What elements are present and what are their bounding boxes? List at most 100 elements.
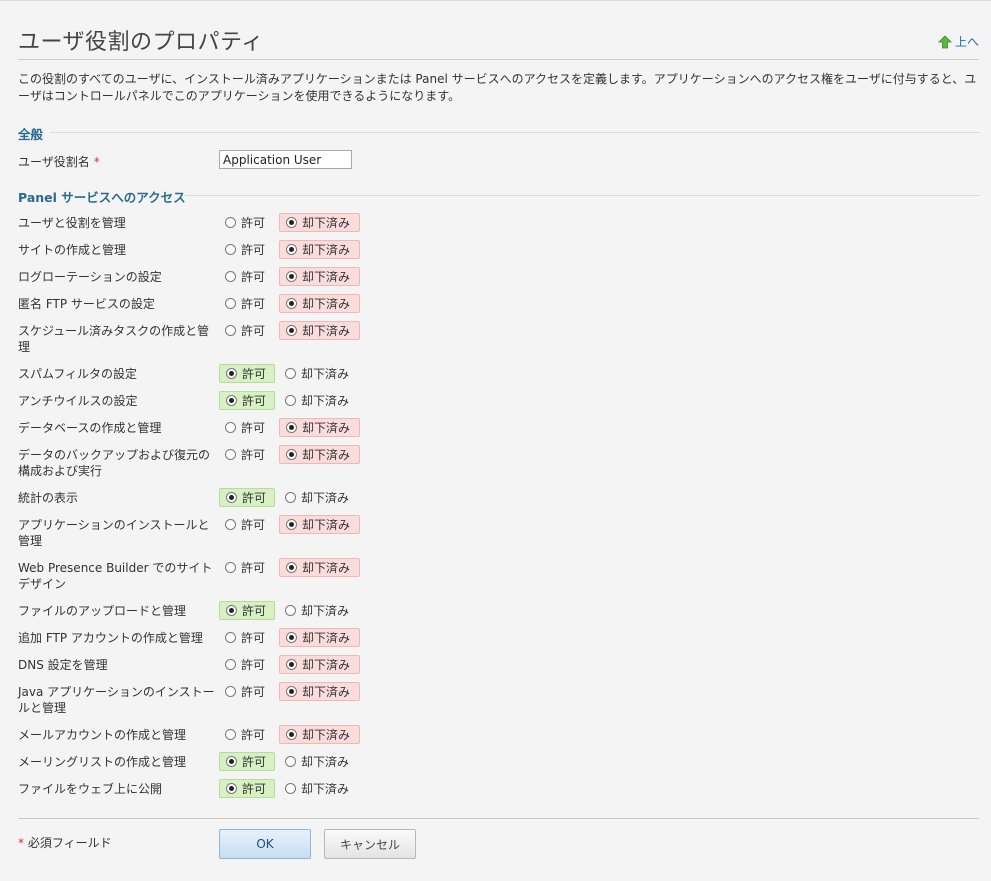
allow-radio-button[interactable] — [225, 562, 236, 573]
deny-radio-option[interactable]: 却下済み — [279, 240, 360, 259]
role-name-label: ユーザ役割名 * — [18, 153, 100, 170]
allow-radio-option[interactable]: 許可 — [219, 682, 275, 701]
allow-radio-option[interactable]: 許可 — [219, 267, 275, 286]
allow-radio-button[interactable] — [226, 492, 237, 503]
deny-radio-label: 却下済み — [301, 367, 350, 381]
deny-radio-button[interactable] — [286, 519, 297, 530]
allow-radio-button[interactable] — [225, 271, 236, 282]
deny-radio-option[interactable]: 却下済み — [279, 364, 360, 383]
allow-radio-button[interactable] — [226, 395, 237, 406]
allow-radio-button[interactable] — [225, 686, 236, 697]
deny-radio-button[interactable] — [285, 756, 296, 767]
allow-radio-button[interactable] — [225, 298, 236, 309]
allow-radio-button[interactable] — [225, 449, 236, 460]
allow-radio-option[interactable]: 許可 — [219, 752, 275, 771]
allow-radio-button[interactable] — [225, 519, 236, 530]
allow-radio-button[interactable] — [226, 756, 237, 767]
deny-radio-option[interactable]: 却下済み — [279, 725, 360, 744]
allow-radio-option[interactable]: 許可 — [219, 628, 275, 647]
permission-label: DNS 設定を管理 — [18, 658, 108, 672]
allow-radio-option[interactable]: 許可 — [219, 240, 275, 259]
permission-label: ファイルをウェブ上に公開 — [18, 782, 163, 796]
allow-radio-option[interactable]: 許可 — [219, 601, 275, 620]
allow-radio-option[interactable]: 許可 — [219, 294, 275, 313]
deny-radio-option[interactable]: 却下済み — [279, 628, 360, 647]
deny-radio-button[interactable] — [286, 729, 297, 740]
deny-radio-option[interactable]: 却下済み — [279, 488, 360, 507]
allow-radio-label: 許可 — [241, 243, 266, 257]
allow-radio-label: 許可 — [241, 631, 266, 645]
deny-radio-label: 却下済み — [302, 216, 351, 230]
deny-radio-button[interactable] — [285, 368, 296, 379]
deny-radio-button[interactable] — [286, 686, 297, 697]
required-field-note: * 必須フィールド — [18, 834, 112, 851]
role-name-input[interactable] — [219, 150, 352, 169]
up-level-link[interactable]: 上へ — [938, 33, 979, 50]
allow-radio-option[interactable]: 許可 — [219, 213, 275, 232]
deny-radio-button[interactable] — [285, 605, 296, 616]
deny-radio-option[interactable]: 却下済み — [279, 655, 360, 674]
section-heading-services: Panel サービスへのアクセス — [18, 190, 186, 205]
allow-radio-button[interactable] — [225, 632, 236, 643]
cancel-button[interactable]: キャンセル — [324, 829, 416, 859]
deny-radio-button[interactable] — [286, 562, 297, 573]
deny-radio-button[interactable] — [285, 783, 296, 794]
deny-radio-option[interactable]: 却下済み — [279, 213, 360, 232]
deny-radio-label: 却下済み — [301, 782, 350, 796]
allow-radio-button[interactable] — [225, 244, 236, 255]
deny-radio-option[interactable]: 却下済み — [279, 267, 360, 286]
deny-radio-option[interactable]: 却下済み — [279, 445, 360, 464]
deny-radio-label: 却下済み — [302, 561, 351, 575]
allow-radio-button[interactable] — [225, 325, 236, 336]
deny-radio-option[interactable]: 却下済み — [279, 515, 360, 534]
deny-radio-button[interactable] — [285, 492, 296, 503]
allow-radio-option[interactable]: 許可 — [219, 725, 275, 744]
allow-radio-option[interactable]: 許可 — [219, 364, 275, 383]
allow-radio-button[interactable] — [225, 422, 236, 433]
deny-radio-button[interactable] — [286, 271, 297, 282]
deny-radio-button[interactable] — [286, 659, 297, 670]
permission-label: 統計の表示 — [18, 491, 79, 505]
deny-radio-option[interactable]: 却下済み — [279, 752, 360, 771]
allow-radio-button[interactable] — [226, 783, 237, 794]
allow-radio-button[interactable] — [226, 605, 237, 616]
deny-radio-option[interactable]: 却下済み — [279, 779, 360, 798]
deny-radio-option[interactable]: 却下済み — [279, 601, 360, 620]
deny-radio-label: 却下済み — [302, 518, 351, 532]
deny-radio-button[interactable] — [286, 298, 297, 309]
allow-radio-option[interactable]: 許可 — [219, 321, 275, 340]
deny-radio-button[interactable] — [286, 217, 297, 228]
allow-radio-button[interactable] — [225, 659, 236, 670]
allow-radio-option[interactable]: 許可 — [219, 558, 275, 577]
allow-radio-button[interactable] — [225, 729, 236, 740]
allow-radio-label: 許可 — [241, 324, 266, 338]
allow-radio-button[interactable] — [225, 217, 236, 228]
deny-radio-button[interactable] — [286, 325, 297, 336]
deny-radio-label: 却下済み — [302, 243, 351, 257]
deny-radio-option[interactable]: 却下済み — [279, 321, 360, 340]
deny-radio-button[interactable] — [286, 422, 297, 433]
deny-radio-option[interactable]: 却下済み — [279, 418, 360, 437]
allow-radio-option[interactable]: 許可 — [219, 391, 275, 410]
required-asterisk: * — [93, 155, 100, 169]
allow-radio-label: 許可 — [242, 604, 267, 618]
deny-radio-option[interactable]: 却下済み — [279, 682, 360, 701]
allow-radio-button[interactable] — [226, 368, 237, 379]
permission-label: アンチウイルスの設定 — [18, 394, 138, 408]
deny-radio-button[interactable] — [286, 449, 297, 460]
deny-radio-button[interactable] — [285, 395, 296, 406]
deny-radio-option[interactable]: 却下済み — [279, 391, 360, 410]
allow-radio-option[interactable]: 許可 — [219, 779, 275, 798]
allow-radio-label: 許可 — [241, 297, 266, 311]
section-heading-general: 全般 — [18, 127, 44, 142]
deny-radio-button[interactable] — [286, 632, 297, 643]
allow-radio-option[interactable]: 許可 — [219, 515, 275, 534]
ok-button[interactable]: OK — [219, 829, 311, 859]
allow-radio-option[interactable]: 許可 — [219, 488, 275, 507]
deny-radio-option[interactable]: 却下済み — [279, 294, 360, 313]
deny-radio-option[interactable]: 却下済み — [279, 558, 360, 577]
allow-radio-option[interactable]: 許可 — [219, 445, 275, 464]
deny-radio-button[interactable] — [286, 244, 297, 255]
allow-radio-option[interactable]: 許可 — [219, 418, 275, 437]
allow-radio-option[interactable]: 許可 — [219, 655, 275, 674]
